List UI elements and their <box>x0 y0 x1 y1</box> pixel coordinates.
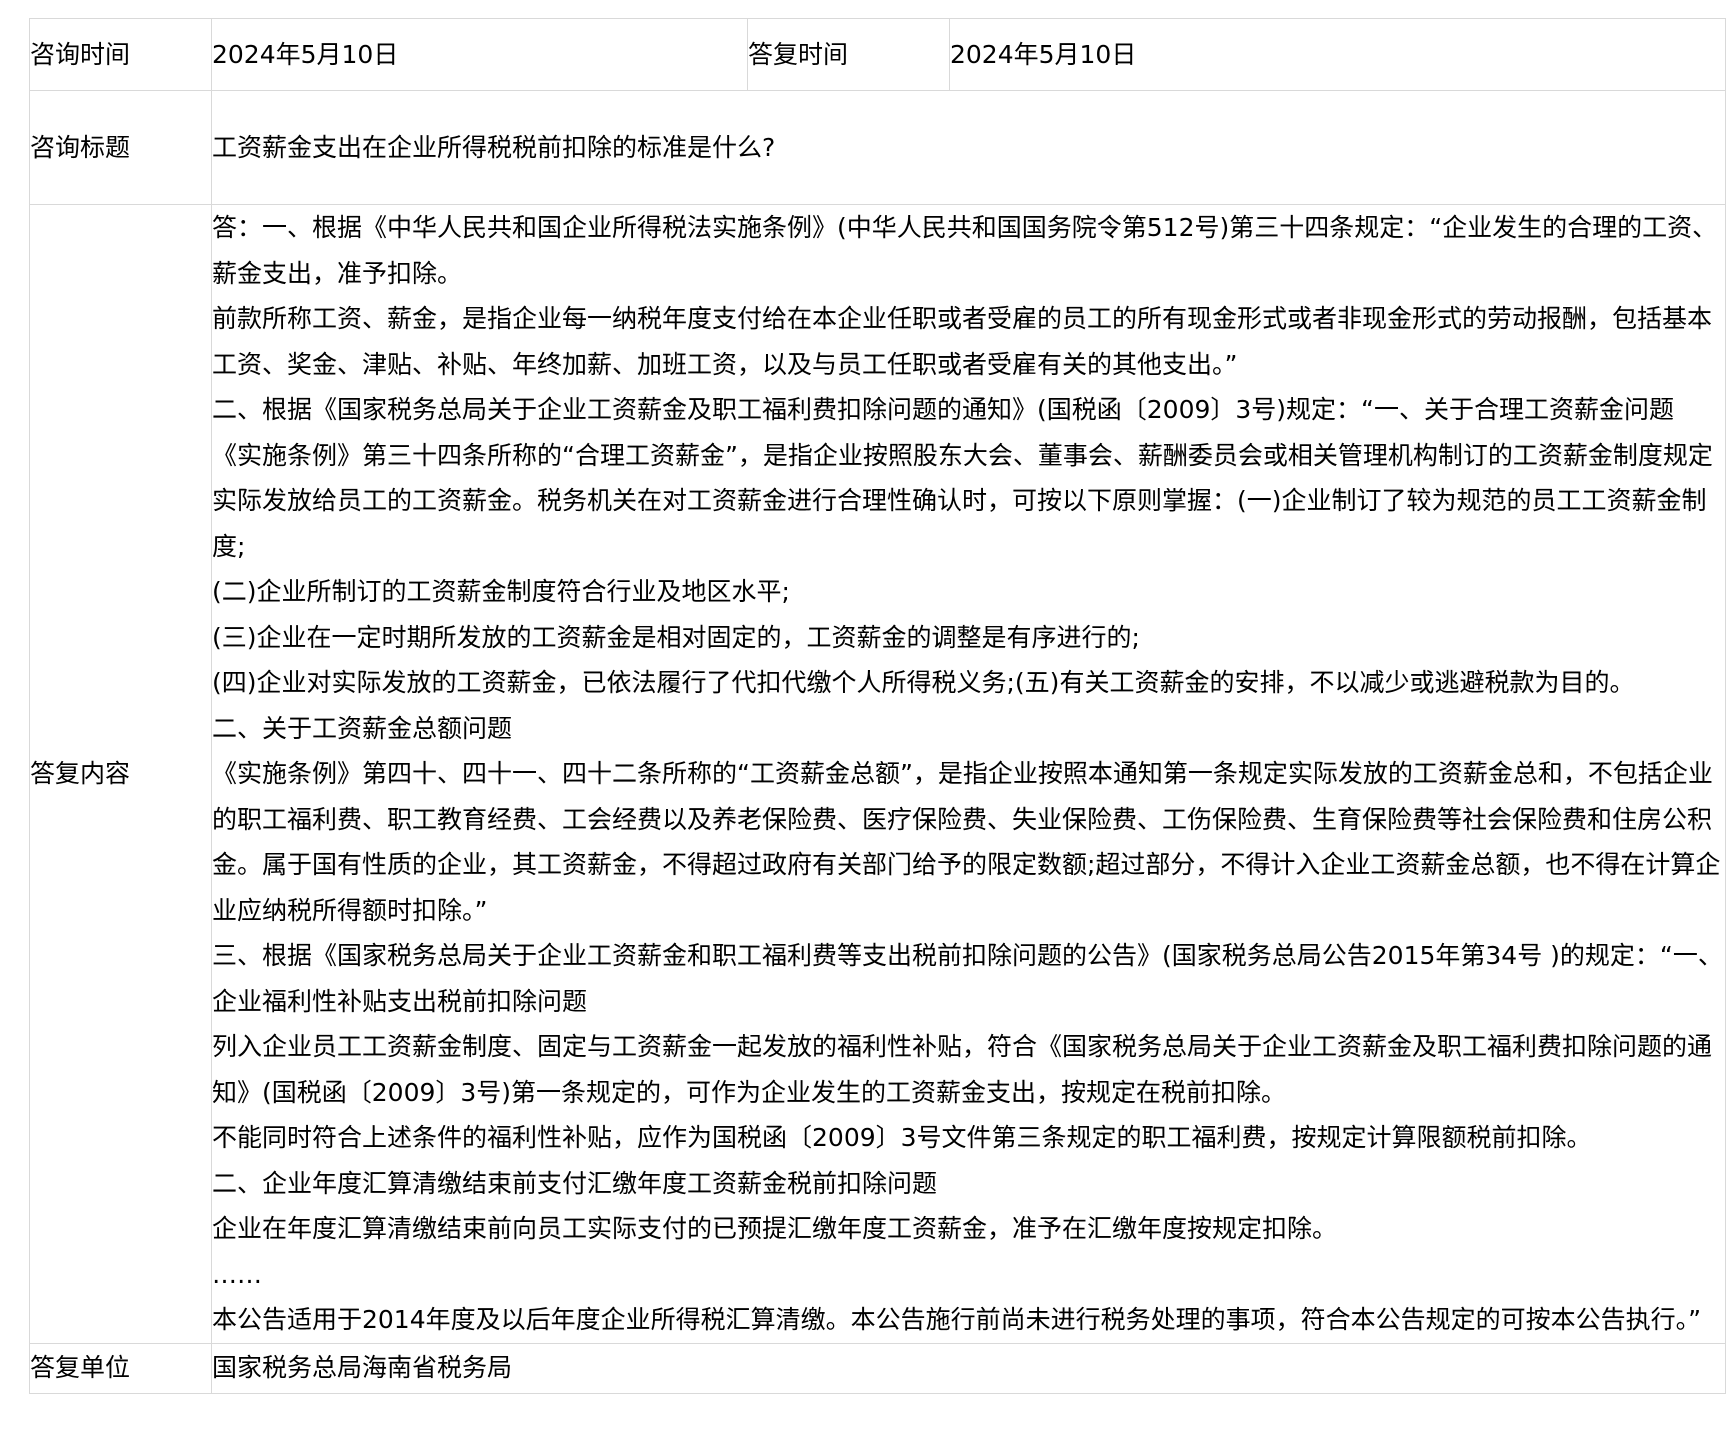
answer-paragraph: (四)企业对实际发放的工资薪金，已依法履行了代扣代缴个人所得税义务;(五)有关工… <box>212 668 1635 697</box>
title-row: 咨询标题 工资薪金支出在企业所得税税前扣除的标准是什么? <box>29 90 1726 205</box>
answer-paragraph: 前款所称工资、薪金，是指企业每一纳税年度支付给在本企业任职或者受雇的员工的所有现… <box>212 304 1713 379</box>
answer-paragraph: 答：一、根据《中华人民共和国企业所得税法实施条例》(中华人民共和国国务院令第51… <box>212 213 1718 288</box>
consult-title-value: 工资薪金支出在企业所得税税前扣除的标准是什么? <box>211 90 1726 205</box>
answer-paragraph: 列入企业员工工资薪金制度、固定与工资薪金一起发放的福利性补贴，符合《国家税务总局… <box>212 1032 1713 1107</box>
answer-paragraph: 企业在年度汇算清缴结束前向员工实际支付的已预提汇缴年度工资薪金，准予在汇缴年度按… <box>212 1214 1338 1243</box>
unit-row: 答复单位 国家税务总局海南省税务局 <box>29 1342 1726 1394</box>
answer-paragraph: (三)企业在一定时期所发放的工资薪金是相对固定的，工资薪金的调整是有序进行的; <box>212 622 1140 652</box>
answer-paragraph: (二)企业所制订的工资薪金制度符合行业及地区水平; <box>212 577 790 606</box>
consult-time-label: 咨询时间 <box>29 18 212 91</box>
answer-paragraph: 不能同时符合上述条件的福利性补贴，应作为国税函〔2009〕3号文件第三条规定的职… <box>212 1123 1592 1152</box>
content-row: 答复内容 答：一、根据《中华人民共和国企业所得税法实施条例》(中华人民共和国国务… <box>29 204 1726 1344</box>
consult-time-value: 2024年5月10日 <box>211 18 748 91</box>
consultation-table: 咨询时间 2024年5月10日 答复时间 2024年5月10日 咨询标题 工资薪… <box>29 18 1726 1394</box>
reply-time-label: 答复时间 <box>747 18 950 91</box>
answer-paragraph: …… <box>212 1259 262 1289</box>
time-row: 咨询时间 2024年5月10日 答复时间 2024年5月10日 <box>29 18 1726 91</box>
reply-time-value: 2024年5月10日 <box>949 18 1726 91</box>
answer-paragraph: 《实施条例》第三十四条所称的“合理工资薪金”，是指企业按照股东大会、董事会、薪酬… <box>212 440 1713 561</box>
answer-paragraph: 二、根据《国家税务总局关于企业工资薪金及职工福利费扣除问题的通知》(国税函〔20… <box>212 395 1674 424</box>
reply-content-body: 答：一、根据《中华人民共和国企业所得税法实施条例》(中华人民共和国国务院令第51… <box>211 204 1726 1344</box>
answer-paragraph: 二、关于工资薪金总额问题 <box>212 713 513 743</box>
answer-paragraph: 三、根据《国家税务总局关于企业工资薪金和职工福利费等支出税前扣除问题的公告》(国… <box>212 941 1723 1016</box>
reply-unit-label: 答复单位 <box>29 1342 212 1394</box>
reply-content-label: 答复内容 <box>29 204 212 1344</box>
answer-paragraph: 本公告适用于2014年度及以后年度企业所得税汇算清缴。本公告施行前尚未进行税务处… <box>212 1305 1702 1334</box>
answer-paragraph: 二、企业年度汇算清缴结束前支付汇缴年度工资薪金税前扣除问题 <box>212 1168 938 1198</box>
answer-paragraph: 《实施条例》第四十、四十一、四十二条所称的“工资薪金总额”，是指企业按照本通知第… <box>212 759 1721 925</box>
consult-title-label: 咨询标题 <box>29 90 212 205</box>
reply-unit-value: 国家税务总局海南省税务局 <box>211 1342 1726 1394</box>
